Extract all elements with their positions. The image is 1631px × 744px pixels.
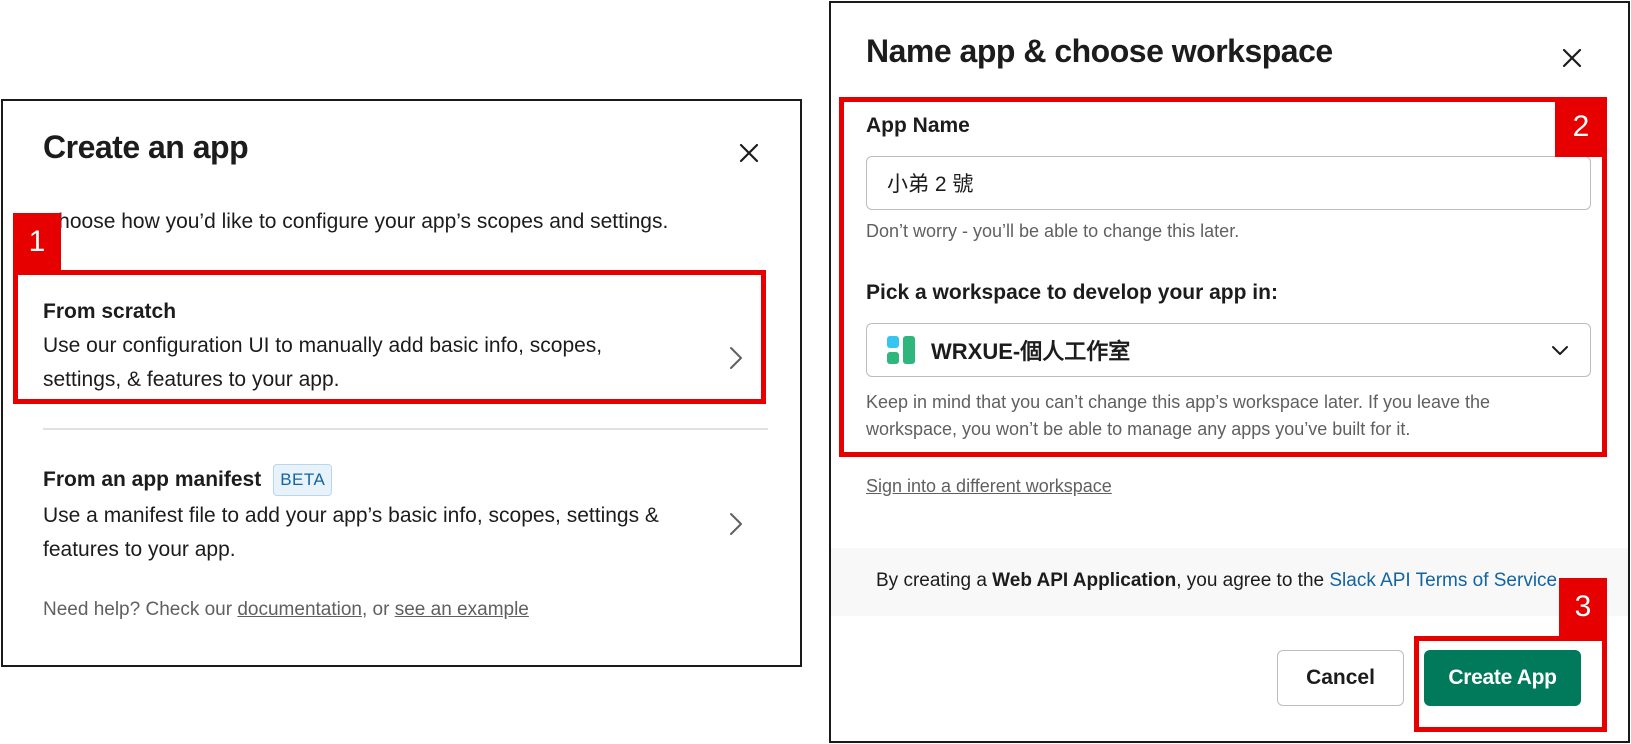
- cancel-button[interactable]: Cancel: [1277, 650, 1404, 706]
- help-text: Need help? Check our documentation, or s…: [43, 599, 529, 621]
- screenshot-canvas: Create an app Choose how you’d like to c…: [0, 0, 1631, 744]
- workspace-label: Pick a workspace to develop your app in:: [866, 281, 1278, 304]
- close-icon[interactable]: [1557, 43, 1587, 73]
- divider: [43, 428, 768, 430]
- create-app-dialog: Create an app Choose how you’d like to c…: [1, 99, 802, 667]
- documentation-link[interactable]: documentation: [237, 599, 362, 620]
- option-description: Use our configuration UI to manually add…: [43, 334, 603, 391]
- terms-middle: , you agree to the: [1176, 570, 1330, 591]
- beta-badge: BETA: [273, 464, 333, 496]
- dialog-subtitle: Choose how you’d like to configure your …: [43, 210, 669, 233]
- sign-in-different-workspace-link[interactable]: Sign into a different workspace: [866, 476, 1112, 497]
- chevron-right-icon: [726, 343, 746, 373]
- terms-of-service-link[interactable]: Slack API Terms of Service: [1329, 570, 1557, 591]
- dialog-title: Name app & choose workspace: [866, 33, 1333, 69]
- dialog-title: Create an app: [43, 129, 249, 165]
- help-prefix: Need help? Check our: [43, 599, 238, 620]
- option-from-scratch[interactable]: From scratch Use our configuration UI to…: [43, 298, 768, 398]
- workspace-hint: Keep in mind that you can’t change this …: [866, 392, 1491, 439]
- name-app-dialog: Name app & choose workspace App Name Don…: [829, 1, 1630, 743]
- create-app-button[interactable]: Create App: [1424, 650, 1581, 706]
- chevron-right-icon: [726, 509, 746, 539]
- terms-text: By creating a Web API Application, you a…: [876, 570, 1557, 592]
- option-from-manifest[interactable]: From an app manifest BETA Use a manifest…: [43, 464, 768, 564]
- workspace-logo-icon: [887, 336, 915, 364]
- help-middle: , or: [362, 599, 395, 620]
- terms-app-type: Web API Application: [992, 570, 1177, 591]
- app-name-hint: Don’t worry - you’ll be able to change t…: [866, 221, 1240, 241]
- app-name-label: App Name: [866, 114, 970, 137]
- workspace-selected-value: WRXUE-個人工作室: [931, 339, 1131, 364]
- terms-prefix: By creating a: [876, 570, 993, 591]
- workspace-select[interactable]: WRXUE-個人工作室: [866, 323, 1591, 377]
- chevron-down-icon: [1548, 338, 1572, 362]
- see-example-link[interactable]: see an example: [395, 599, 529, 620]
- app-name-input[interactable]: [866, 156, 1591, 210]
- option-description: Use a manifest file to add your app’s ba…: [43, 504, 659, 561]
- close-icon[interactable]: [734, 138, 764, 168]
- option-title: From an app manifest: [43, 468, 262, 491]
- option-title: From scratch: [43, 300, 177, 323]
- terms-footer: By creating a Web API Application, you a…: [831, 548, 1628, 616]
